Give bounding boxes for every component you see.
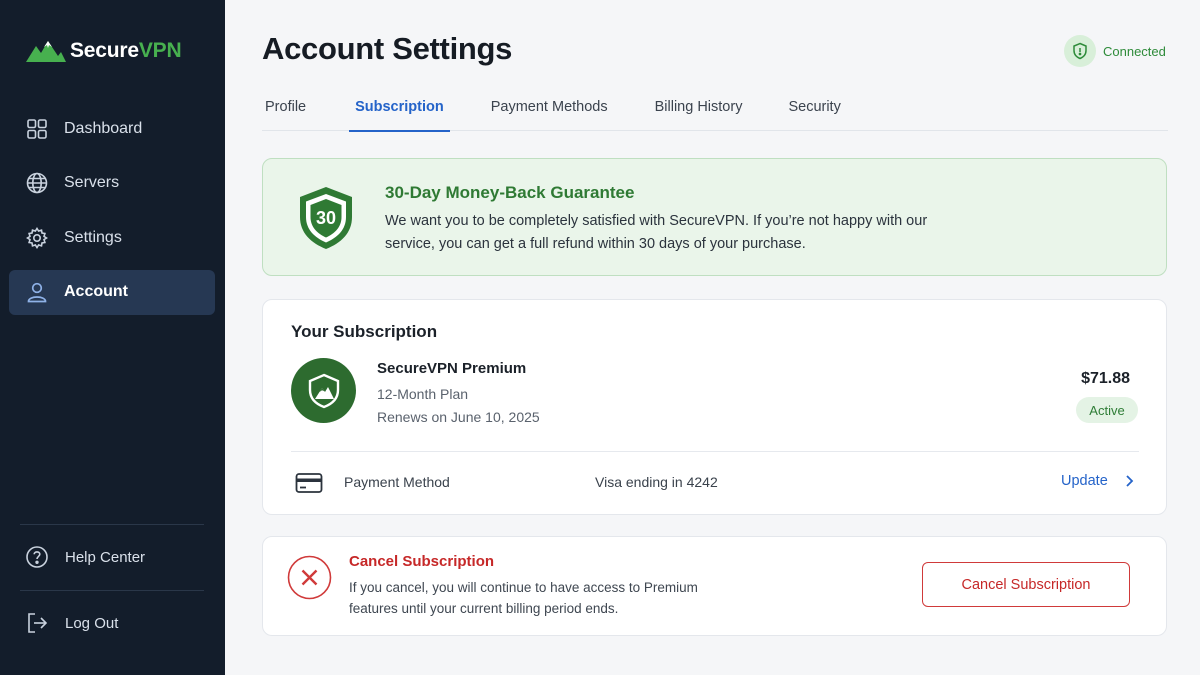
plan-renewal-date: Renews on June 10, 2025 bbox=[377, 409, 540, 425]
status-badge: Active bbox=[1076, 397, 1138, 423]
sidebar-item-account[interactable]: Account bbox=[9, 269, 215, 315]
page-title: Account Settings bbox=[262, 31, 513, 66]
credit-card-icon bbox=[295, 473, 323, 493]
sidebar-item-label: Account bbox=[64, 283, 128, 300]
brand-logo[interactable]: SecureVPN bbox=[26, 38, 182, 64]
cancel-title: Cancel Subscription bbox=[349, 553, 495, 570]
cancel-subscription-button[interactable]: Cancel Subscription bbox=[922, 562, 1130, 607]
sidebar-nav: Dashboard Servers Settings Account bbox=[9, 106, 215, 324]
user-icon bbox=[27, 282, 47, 303]
tab-subscription[interactable]: Subscription bbox=[349, 94, 450, 132]
payment-method-value: Visa ending in 4242 bbox=[595, 474, 718, 490]
sidebar-divider bbox=[20, 524, 204, 525]
help-center-label: Help Center bbox=[65, 548, 146, 566]
tab-security[interactable]: Security bbox=[788, 94, 840, 131]
mountain-logo-icon bbox=[26, 41, 66, 62]
shield-badge-icon: 30 bbox=[300, 187, 352, 249]
cancel-subscription-card: Cancel Subscription If you cancel, you w… bbox=[262, 536, 1167, 636]
cancel-description: If you cancel, you will continue to have… bbox=[349, 580, 698, 616]
tab-payment-methods[interactable]: Payment Methods bbox=[491, 94, 608, 131]
badge-number: 30 bbox=[316, 208, 336, 228]
tab-billing-history[interactable]: Billing History bbox=[655, 94, 743, 131]
cancel-x-icon bbox=[287, 555, 332, 600]
grid-icon bbox=[27, 118, 47, 139]
globe-icon bbox=[26, 172, 48, 194]
sidebar-item-dashboard[interactable]: Dashboard bbox=[9, 106, 215, 151]
sidebar-item-label: Servers bbox=[64, 174, 120, 191]
guarantee-banner: 30 30-Day Money-Back Guarantee We want y… bbox=[262, 158, 1167, 276]
plan-name: SecureVPN Premium bbox=[377, 360, 527, 377]
logout-link[interactable]: Log Out bbox=[25, 611, 118, 635]
sidebar: SecureVPN Dashboard Servers Settings Acc… bbox=[0, 0, 225, 675]
brand-name: SecureVPN bbox=[70, 39, 182, 62]
sidebar-item-label: Dashboard bbox=[64, 119, 143, 137]
plan-price: $71.88 bbox=[1081, 370, 1130, 387]
sidebar-item-label: Settings bbox=[64, 228, 122, 246]
plan-term: 12-Month Plan bbox=[377, 386, 469, 402]
help-icon bbox=[26, 546, 48, 568]
card-divider bbox=[291, 451, 1139, 452]
gear-icon bbox=[26, 226, 48, 249]
connection-status: Connected bbox=[1064, 35, 1166, 67]
update-label: Update bbox=[1061, 473, 1108, 489]
guarantee-text: We want you to be completely satisfied w… bbox=[385, 213, 928, 252]
help-center-link[interactable]: Help Center bbox=[25, 545, 145, 569]
tab-profile[interactable]: Profile bbox=[265, 94, 306, 131]
sidebar-divider bbox=[20, 590, 204, 591]
logout-icon bbox=[28, 613, 48, 633]
tab-bar: Profile Subscription Payment Methods Bil… bbox=[262, 94, 1168, 132]
update-payment-link[interactable]: Update bbox=[1061, 473, 1136, 489]
status-label: Connected bbox=[1103, 43, 1166, 59]
sidebar-item-servers[interactable]: Servers bbox=[9, 161, 215, 206]
mountain-shield-icon bbox=[308, 373, 339, 408]
payment-method-label: Payment Method bbox=[344, 474, 450, 490]
chevron-right-icon bbox=[1126, 475, 1134, 487]
logout-label: Log Out bbox=[65, 614, 119, 632]
plan-logo bbox=[291, 358, 356, 423]
subscription-card: Your Subscription SecureVPN Premium 12-M… bbox=[262, 299, 1167, 515]
guarantee-title: 30-Day Money-Back Guarantee bbox=[385, 183, 635, 202]
status-icon-wrap bbox=[1064, 35, 1096, 67]
shield-icon bbox=[1073, 42, 1087, 60]
sidebar-item-settings[interactable]: Settings bbox=[9, 215, 215, 260]
subscription-heading: Your Subscription bbox=[291, 322, 438, 341]
